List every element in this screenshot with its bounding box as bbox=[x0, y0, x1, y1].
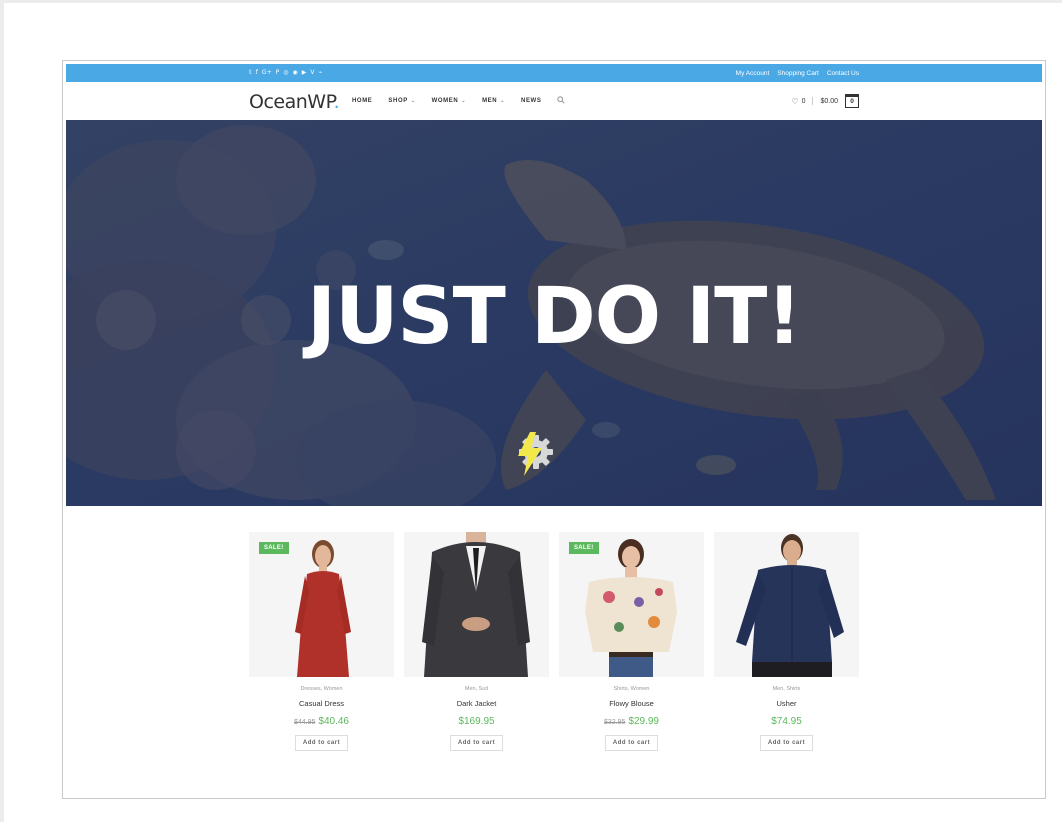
top-rule bbox=[0, 0, 1062, 3]
rss-icon[interactable]: ⌁ bbox=[318, 64, 322, 82]
sale-badge: SALE! bbox=[259, 542, 289, 554]
search-icon[interactable] bbox=[557, 96, 565, 106]
nav-men[interactable]: MEN ⌄ bbox=[482, 98, 505, 104]
social-links: 𝕥 f G+ P ◎ ◉ ▶ V ⌁ bbox=[249, 64, 322, 82]
product-categories[interactable]: Shirts, Women bbox=[559, 686, 704, 694]
nav-news-label: NEWS bbox=[521, 98, 542, 104]
current-price: $169.95 bbox=[458, 716, 495, 727]
product-card: Men, Suit Dark Jacket $169.95 Add to car… bbox=[404, 532, 549, 751]
cart-total[interactable]: $0.00 bbox=[820, 98, 838, 105]
top-bar: 𝕥 f G+ P ◎ ◉ ▶ V ⌁ My Account Shopping C… bbox=[66, 64, 1042, 82]
nav-home-label: HOME bbox=[352, 98, 373, 104]
heart-icon: ♡ bbox=[791, 96, 799, 106]
pinterest-icon[interactable]: P bbox=[276, 64, 280, 82]
divider bbox=[812, 97, 814, 105]
product-name[interactable]: Usher bbox=[714, 699, 859, 708]
my-account-link[interactable]: My Account bbox=[736, 70, 770, 77]
product-image[interactable] bbox=[714, 532, 859, 677]
nav-home[interactable]: HOME bbox=[352, 98, 372, 104]
usher-shirt-image bbox=[714, 532, 859, 677]
product-categories[interactable]: Men, Suit bbox=[404, 686, 549, 694]
old-price: $44.95 bbox=[293, 719, 316, 726]
vimeo-icon[interactable]: V bbox=[310, 64, 314, 82]
product-categories[interactable]: Men, Shirts bbox=[714, 686, 859, 694]
site-header: OceanWP. HOME SHOP ⌄ WOMEN ⌄ MEN ⌄ NEWS ♡ 0… bbox=[66, 82, 1042, 120]
hero-title: JUST DO IT! bbox=[307, 272, 802, 362]
wishlist-count: 0 bbox=[801, 97, 806, 105]
product-price: $44.95 $40.46 bbox=[249, 716, 394, 727]
sale-badge: SALE! bbox=[569, 542, 599, 554]
add-to-cart-button[interactable]: Add to cart bbox=[294, 735, 349, 751]
add-to-cart-button[interactable]: Add to cart bbox=[604, 735, 659, 751]
product-price: $32.95 $29.99 bbox=[559, 716, 704, 727]
header-actions: ♡ 0 $0.00 0 bbox=[791, 82, 859, 120]
wishlist-link[interactable]: ♡ 0 bbox=[791, 97, 805, 106]
product-card: Men, Shirts Usher $74.95 Add to cart bbox=[714, 532, 859, 751]
main-nav: HOME SHOP ⌄ WOMEN ⌄ MEN ⌄ NEWS bbox=[352, 82, 565, 120]
chevron-down-icon: ⌄ bbox=[500, 98, 506, 104]
site-logo[interactable]: OceanWP. bbox=[249, 91, 340, 113]
nav-men-label: MEN bbox=[482, 98, 498, 104]
product-categories[interactable]: Dresses, Women bbox=[249, 686, 394, 694]
cart-count: 0 bbox=[850, 98, 854, 105]
product-name[interactable]: Flowy Blouse bbox=[559, 699, 704, 708]
cart-icon[interactable]: 0 bbox=[845, 94, 859, 108]
product-image[interactable]: SALE! bbox=[559, 532, 704, 677]
product-name[interactable]: Dark Jacket bbox=[404, 699, 549, 708]
product-card: SALE! Dresses, Women Casual Dress $44.95… bbox=[249, 532, 394, 751]
youtube-icon[interactable]: ▶ bbox=[302, 64, 307, 82]
dark-jacket-image bbox=[404, 532, 549, 677]
logo-text: OceanWP bbox=[249, 91, 334, 113]
add-to-cart-button[interactable]: Add to cart bbox=[449, 735, 504, 751]
product-card: SALE! Shirts, Women Flowy Blouse $32.95 $… bbox=[559, 532, 704, 751]
instagram-icon[interactable]: ◉ bbox=[292, 64, 297, 82]
chevron-down-icon: ⌄ bbox=[410, 98, 416, 104]
old-price: $32.95 bbox=[603, 719, 626, 726]
logo-dot: . bbox=[333, 91, 340, 113]
website-preview: 𝕥 f G+ P ◎ ◉ ▶ V ⌁ My Account Shopping C… bbox=[62, 60, 1046, 799]
current-price: $74.95 bbox=[771, 716, 802, 727]
current-price: $29.99 bbox=[628, 716, 659, 727]
product-grid: SALE! Dresses, Women Casual Dress $44.95… bbox=[249, 532, 859, 751]
contact-us-link[interactable]: Contact Us bbox=[827, 70, 859, 77]
product-price: $74.95 bbox=[714, 716, 859, 727]
product-price: $169.95 bbox=[404, 716, 549, 727]
nav-shop-label: SHOP bbox=[388, 98, 408, 104]
shopping-cart-link[interactable]: Shopping Cart bbox=[777, 70, 819, 77]
nav-women[interactable]: WOMEN ⌄ bbox=[432, 98, 466, 104]
top-links: My Account Shopping Cart Contact Us bbox=[736, 64, 859, 82]
nav-shop[interactable]: SHOP ⌄ bbox=[388, 98, 415, 104]
product-image[interactable]: SALE! bbox=[249, 532, 394, 677]
page-canvas: 𝕥 f G+ P ◎ ◉ ▶ V ⌁ My Account Shopping C… bbox=[0, 0, 1062, 822]
chevron-down-icon: ⌄ bbox=[461, 98, 467, 104]
dribbble-icon[interactable]: ◎ bbox=[283, 64, 288, 82]
add-to-cart-button[interactable]: Add to cart bbox=[759, 735, 814, 751]
nav-women-label: WOMEN bbox=[431, 98, 459, 104]
current-price: $40.46 bbox=[318, 716, 349, 727]
google-plus-icon[interactable]: G+ bbox=[262, 64, 272, 82]
hero-banner: JUST DO IT! bbox=[66, 120, 1042, 506]
product-image[interactable] bbox=[404, 532, 549, 677]
nav-news[interactable]: NEWS bbox=[521, 98, 541, 104]
left-rule bbox=[0, 0, 4, 822]
product-name[interactable]: Casual Dress bbox=[249, 699, 394, 708]
facebook-icon[interactable]: f bbox=[256, 64, 258, 82]
twitter-icon[interactable]: 𝕥 bbox=[249, 64, 252, 82]
